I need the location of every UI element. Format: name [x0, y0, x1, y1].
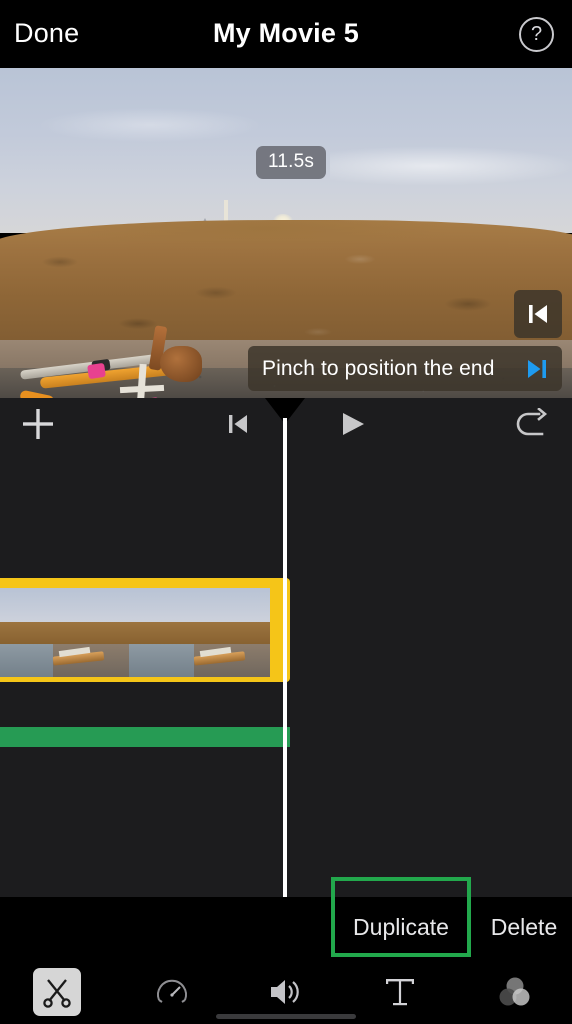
text-t-icon [386, 978, 415, 1005]
tab-speed[interactable] [114, 959, 228, 1024]
project-title: My Movie 5 [212, 18, 360, 48]
play-button[interactable] [325, 398, 381, 450]
audio-track[interactable] [0, 727, 290, 747]
clip-thumbnails [0, 588, 270, 677]
delete-button[interactable]: Delete [478, 897, 570, 957]
imovie-editor-screen: Done My Movie 5 ? 11.5s Pinch to positio… [0, 0, 572, 1024]
timeline-track-area[interactable]: Select image and use Duplicate to speed … [0, 450, 572, 897]
tab-titles[interactable] [343, 959, 457, 1024]
clip-trim-handle-right[interactable] [272, 583, 290, 677]
play-icon [343, 413, 364, 435]
top-navigation-bar: Done My Movie 5 ? [0, 0, 572, 68]
duplicate-button[interactable]: Duplicate [333, 897, 469, 957]
speaker-icon [271, 979, 299, 1004]
pinch-position-end-row[interactable]: Pinch to position the end [248, 346, 562, 391]
help-icon[interactable]: ? [519, 17, 554, 52]
timeline-clip-selected[interactable] [0, 578, 290, 682]
preview-dirt-mound [0, 220, 572, 360]
playhead-stem [283, 418, 287, 450]
clip-thumbnail [129, 588, 270, 677]
skip-to-start-button[interactable] [210, 398, 266, 450]
position-start-button[interactable] [514, 290, 562, 338]
home-indicator [216, 1014, 356, 1019]
preview-bicycle-accent [87, 362, 106, 380]
skip-to-start-icon [229, 415, 247, 433]
duration-badge: 11.5s [256, 146, 327, 179]
plus-icon [23, 409, 53, 439]
add-media-button[interactable] [10, 398, 66, 450]
skip-to-end-icon[interactable] [524, 356, 550, 382]
bottom-tab-bar [0, 959, 572, 1024]
tab-filters[interactable] [458, 959, 572, 1024]
tab-cut-selected-bg [33, 967, 82, 1016]
clip-thumbnail [0, 588, 129, 677]
skip-to-start-icon [529, 305, 547, 323]
scissors-icon [43, 978, 71, 1008]
preview-bicycle-seat [160, 346, 202, 382]
tab-cut[interactable] [0, 959, 114, 1024]
video-preview[interactable]: 11.5s Pinch to position the end Ken Burn… [0, 68, 572, 398]
filters-circles-icon [499, 977, 530, 1005]
undo-arrow-icon [516, 408, 548, 436]
undo-button[interactable] [502, 398, 558, 450]
preview-cloud [40, 108, 260, 142]
preview-dirt-texture [0, 220, 572, 360]
preview-cloud [330, 146, 572, 186]
playhead-line [283, 450, 287, 897]
pinch-hint-label: Pinch to position the end [262, 356, 495, 380]
speedometer-icon [156, 979, 187, 1003]
